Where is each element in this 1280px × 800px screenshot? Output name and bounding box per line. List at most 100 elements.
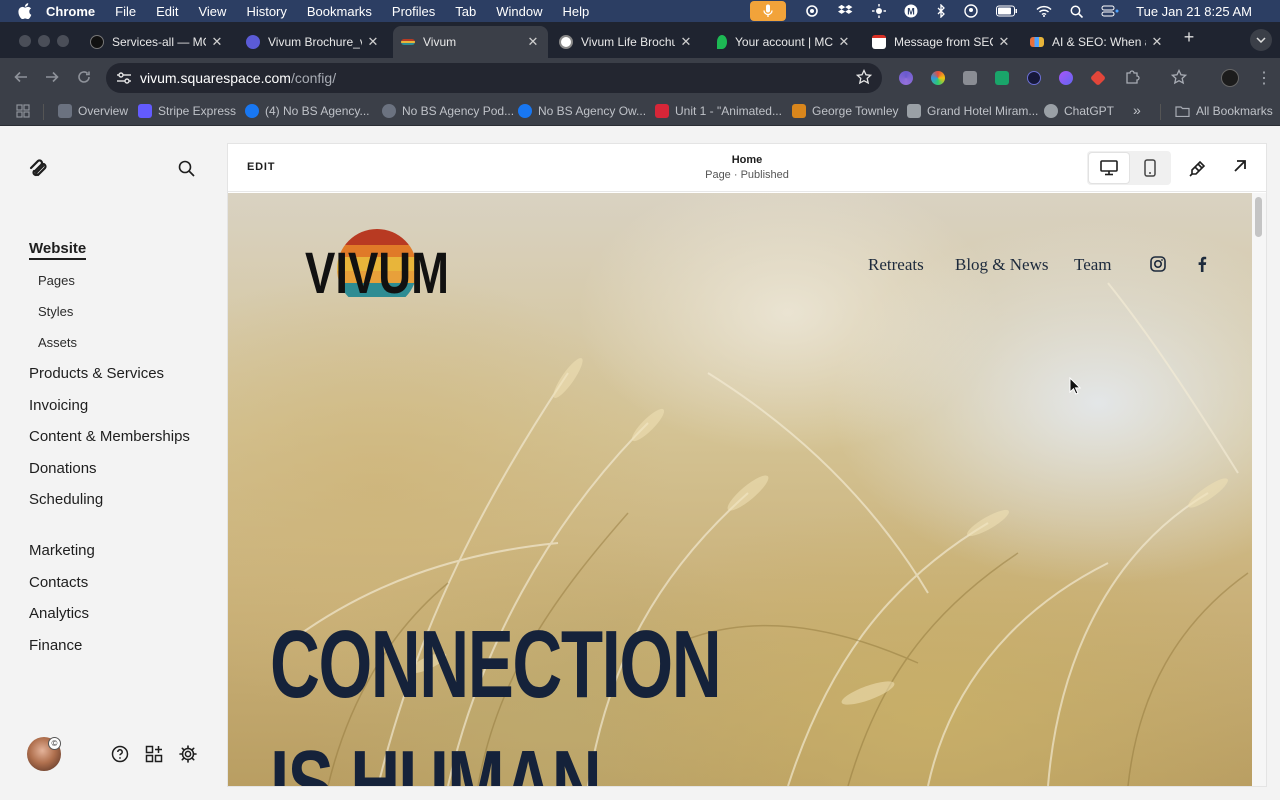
reading-list-star-icon[interactable]: [1170, 68, 1188, 89]
browser-tab[interactable]: Vivum Life Brochu ✕: [551, 26, 701, 58]
sidebar-item-website[interactable]: Website: [29, 240, 87, 260]
tab-close-icon[interactable]: ✕: [1150, 34, 1164, 50]
site-info-tune-icon[interactable]: [116, 71, 132, 85]
sidebar-item-styles[interactable]: Styles: [38, 304, 73, 319]
bookmark-item[interactable]: ChatGPT: [1044, 104, 1114, 118]
menu-view[interactable]: View: [198, 4, 226, 19]
bookmark-item[interactable]: Stripe Express: [138, 104, 236, 118]
mail-m-icon[interactable]: M: [904, 4, 918, 18]
settings-gear-icon[interactable]: [179, 745, 197, 768]
site-nav-retreats[interactable]: Retreats: [868, 255, 924, 275]
extension-red-icon[interactable]: [1090, 70, 1106, 86]
bookmark-item[interactable]: (4) No BS Agency...: [245, 104, 370, 118]
creative-cloud-icon[interactable]: [804, 5, 820, 17]
sidebar-item-contacts[interactable]: Contacts: [29, 574, 88, 591]
menu-history[interactable]: History: [246, 4, 286, 19]
browser-tab[interactable]: Vivum Brochure_v ✕: [238, 26, 388, 58]
window-close-icon[interactable]: [19, 35, 31, 47]
menu-app-name[interactable]: Chrome: [46, 4, 95, 19]
sidebar-item-analytics[interactable]: Analytics: [29, 605, 89, 622]
microphone-icon[interactable]: [750, 1, 787, 21]
bookmarks-overflow-chevron-icon[interactable]: »: [1133, 102, 1141, 118]
sidebar-item-content-memberships[interactable]: Content & Memberships: [29, 428, 190, 445]
menu-window[interactable]: Window: [496, 4, 542, 19]
preview-scrollbar-thumb[interactable]: [1255, 197, 1262, 237]
sidebar-item-donations[interactable]: Donations: [29, 460, 97, 477]
sidebar-item-invoicing[interactable]: Invoicing: [29, 397, 88, 414]
open-site-arrow-icon[interactable]: [1232, 158, 1248, 179]
menu-file[interactable]: File: [115, 4, 136, 19]
new-tab-plus-icon[interactable]: +: [1180, 27, 1198, 48]
browser-tab[interactable]: AI & SEO: When a ✕: [1022, 26, 1172, 58]
help-question-icon[interactable]: [111, 745, 129, 768]
browser-menu-kebab-icon[interactable]: ⋮: [1256, 68, 1272, 88]
bookmark-item[interactable]: No BS Agency Ow...: [518, 104, 646, 118]
menu-clock[interactable]: Tue Jan 21 8:25 AM: [1136, 4, 1252, 19]
sidebar-item-finance[interactable]: Finance: [29, 637, 82, 654]
facebook-icon[interactable]: [1197, 256, 1207, 277]
address-bar[interactable]: vivum.squarespace.com/config/: [106, 63, 882, 93]
tab-close-icon[interactable]: ✕: [679, 34, 693, 50]
dropbox-icon[interactable]: [838, 4, 854, 18]
browser-tab[interactable]: Services-all — MC ✕: [82, 26, 232, 58]
sidebar-search-icon[interactable]: [178, 160, 195, 182]
bookmark-star-icon[interactable]: [855, 68, 873, 90]
battery-icon[interactable]: [996, 5, 1018, 17]
menu-edit[interactable]: Edit: [156, 4, 178, 19]
window-zoom-icon[interactable]: [57, 35, 69, 47]
back-arrow-icon[interactable]: [14, 70, 28, 88]
wifi-icon[interactable]: [1036, 5, 1052, 17]
extension-purple-icon[interactable]: [1059, 71, 1073, 85]
browser-tab[interactable]: Your account | MC ✕: [709, 26, 859, 58]
extension-c-icon[interactable]: [1027, 71, 1041, 85]
sidebar-item-products-services[interactable]: Products & Services: [29, 365, 164, 382]
bookmark-item[interactable]: Overview: [58, 104, 128, 118]
site-styles-brush-icon[interactable]: [1188, 158, 1208, 183]
menu-bookmarks[interactable]: Bookmarks: [307, 4, 372, 19]
menu-profiles[interactable]: Profiles: [392, 4, 435, 19]
bookmark-item[interactable]: George Townley: [792, 104, 899, 118]
squarespace-logo-icon[interactable]: [28, 157, 50, 184]
apple-menu-icon[interactable]: [18, 3, 32, 19]
sidebar-item-scheduling[interactable]: Scheduling: [29, 491, 103, 508]
bookmark-item[interactable]: No BS Agency Pod...: [382, 104, 514, 118]
spotlight-search-icon[interactable]: [1070, 5, 1084, 18]
sidebar-item-marketing[interactable]: Marketing: [29, 542, 95, 559]
tab-close-icon[interactable]: ✕: [837, 34, 851, 50]
bluetooth-icon[interactable]: [936, 4, 946, 18]
desktop-preview-icon[interactable]: [1089, 153, 1129, 183]
user-status-icon[interactable]: [964, 4, 978, 18]
extensions-puzzle-icon[interactable]: [1124, 69, 1140, 89]
forward-arrow-icon[interactable]: [45, 70, 59, 88]
all-bookmarks-button[interactable]: All Bookmarks: [1175, 104, 1273, 118]
mobile-preview-icon[interactable]: [1131, 153, 1169, 183]
vivum-logo[interactable]: VIVUM: [304, 227, 450, 297]
bookmark-item[interactable]: Unit 1 - "Animated...: [655, 104, 782, 118]
site-nav-team[interactable]: Team: [1074, 255, 1112, 275]
sidebar-item-assets[interactable]: Assets: [38, 335, 77, 350]
extension-sparkle-icon[interactable]: [899, 71, 913, 85]
sidebar-item-pages[interactable]: Pages: [38, 273, 75, 288]
profile-avatar-icon[interactable]: [1221, 69, 1239, 87]
tab-close-icon[interactable]: ✕: [210, 34, 224, 50]
extension-color-picker-icon[interactable]: [931, 71, 945, 85]
site-nav-blog-news[interactable]: Blog & News: [955, 255, 1049, 275]
instagram-icon[interactable]: [1150, 256, 1166, 277]
browser-tab[interactable]: Message from SEO ✕: [864, 26, 1019, 58]
bookmark-item[interactable]: Grand Hotel Miram...: [907, 104, 1038, 118]
browser-tab-active[interactable]: Vivum ✕: [393, 26, 548, 58]
sun-icon[interactable]: [872, 4, 887, 18]
tab-close-icon[interactable]: ✕: [526, 34, 540, 50]
tab-close-icon[interactable]: ✕: [997, 34, 1011, 50]
tab-search-chevron-icon[interactable]: [1250, 29, 1272, 51]
menu-help[interactable]: Help: [563, 4, 590, 19]
window-minimize-icon[interactable]: [38, 35, 50, 47]
tab-close-icon[interactable]: ✕: [366, 34, 380, 50]
reload-icon[interactable]: [77, 70, 91, 88]
website-preview[interactable]: VIVUM Retreats Blog & News Team CONNECTI…: [228, 193, 1252, 786]
preview-scrollbar[interactable]: [1252, 193, 1266, 786]
menu-tab[interactable]: Tab: [455, 4, 476, 19]
extension-green-icon[interactable]: [995, 71, 1009, 85]
apps-grid-plus-icon[interactable]: [145, 745, 163, 768]
control-center-icon[interactable]: [1101, 5, 1119, 17]
